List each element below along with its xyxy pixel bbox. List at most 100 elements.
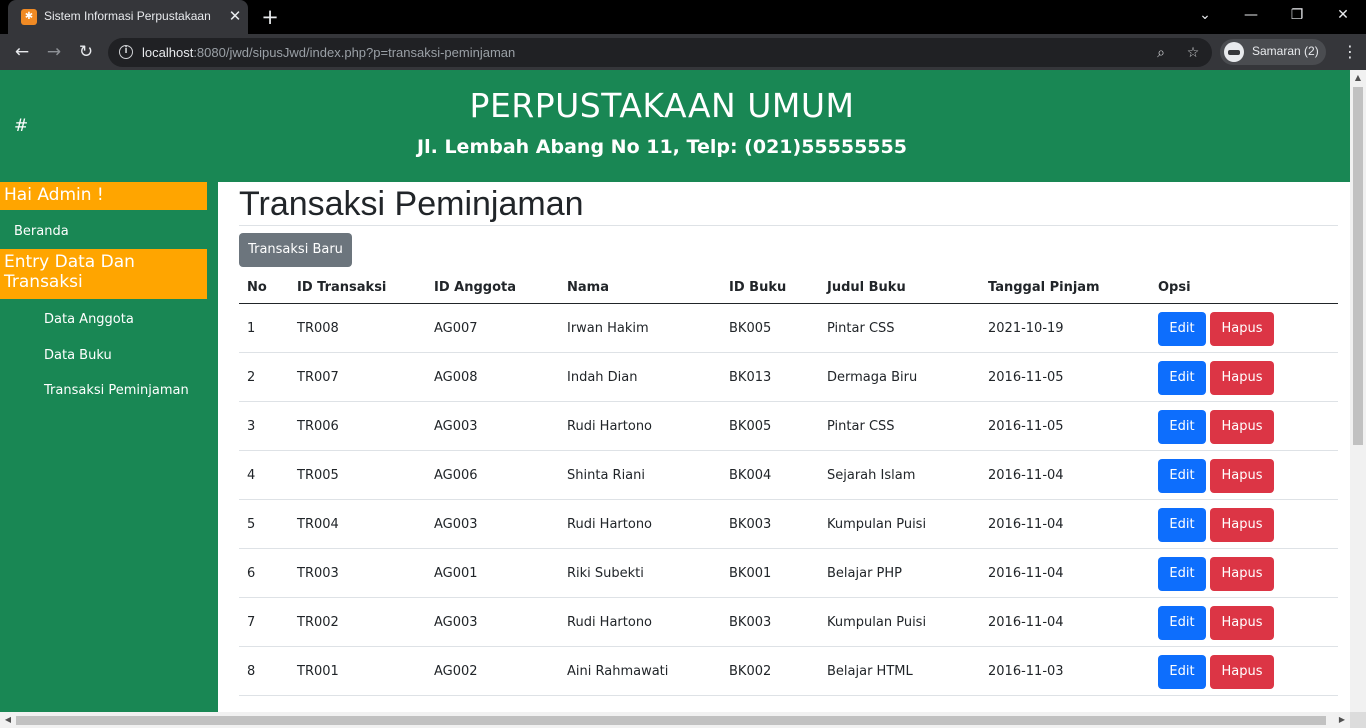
edit-button[interactable]: Edit [1158, 557, 1206, 591]
edit-button[interactable]: Edit [1158, 459, 1206, 493]
scroll-right-icon[interactable]: ▶ [1334, 712, 1350, 728]
address-bar[interactable]: i localhost:8080/jwd/sipusJwd/index.php?… [108, 38, 1212, 67]
sidebar-item-data-anggota[interactable]: Data Anggota [44, 312, 134, 327]
column-header-id-buku: ID Buku [729, 280, 787, 295]
column-header-tanggal-pinjam: Tanggal Pinjam [988, 280, 1100, 295]
cell-id-anggota: AG001 [434, 566, 478, 581]
cell-id-buku: BK003 [729, 517, 772, 532]
browser-menu-icon[interactable]: ⋮ [1340, 39, 1360, 65]
edit-button[interactable]: Edit [1158, 312, 1206, 346]
scroll-up-icon[interactable]: ▲ [1350, 70, 1366, 86]
cell-no: 1 [247, 321, 256, 336]
scrollbar-corner [1350, 712, 1366, 728]
cell-id-buku: BK003 [729, 615, 772, 630]
cell-nama: Rudi Hartono [567, 615, 653, 630]
edit-button[interactable]: Edit [1158, 410, 1206, 444]
cell-judul-buku: Pintar CSS [827, 419, 895, 434]
profile-label: Samaran (2) [1252, 44, 1319, 58]
delete-button[interactable]: Hapus [1210, 410, 1274, 444]
cell-nama: Rudi Hartono [567, 419, 653, 434]
sidebar: Hai Admin ! Beranda Entry Data Dan Trans… [0, 182, 218, 712]
cell-id-anggota: AG006 [434, 468, 478, 483]
browser-tab[interactable]: ✱ Sistem Informasi Perpustakaan ✕ [8, 0, 248, 34]
delete-button[interactable]: Hapus [1210, 459, 1274, 493]
table-row: 7 TR002 AG003 Rudi Hartono BK003 Kumpulan Pui… [239, 598, 1338, 647]
url-host: localhost [142, 45, 194, 60]
cell-id-anggota: AG007 [434, 321, 478, 336]
horizontal-scrollbar[interactable]: ◀ ▶ [0, 712, 1350, 728]
vertical-scrollbar[interactable]: ▲ [1350, 70, 1366, 712]
cell-nama: Aini Rahmawati [567, 664, 669, 679]
edit-button[interactable]: Edit [1158, 655, 1206, 689]
sidebar-greeting: Hai Admin ! [0, 182, 207, 210]
cell-nama: Irwan Hakim [567, 321, 649, 336]
delete-button[interactable]: Hapus [1210, 361, 1274, 395]
bookmark-star-icon[interactable]: ☆ [1183, 43, 1203, 63]
cell-no: 5 [247, 517, 256, 532]
site-info-icon[interactable]: i [119, 45, 133, 59]
cell-id-anggota: AG008 [434, 370, 478, 385]
forward-icon[interactable]: → [41, 39, 67, 65]
cell-id-buku: BK013 [729, 370, 772, 385]
browser-toolbar: ← → ↻ i localhost:8080/jwd/sipusJwd/inde… [0, 34, 1366, 70]
sidebar-item-beranda[interactable]: Beranda [14, 224, 69, 239]
cell-tanggal-pinjam: 2016-11-04 [988, 517, 1064, 532]
column-header-no: No [247, 280, 267, 295]
delete-button[interactable]: Hapus [1210, 557, 1274, 591]
cell-no: 3 [247, 419, 256, 434]
edit-button[interactable]: Edit [1158, 606, 1206, 640]
edit-button[interactable]: Edit [1158, 361, 1206, 395]
table-row: 3 TR006 AG003 Rudi Hartono BK005 Pintar CSS 20… [239, 402, 1338, 451]
close-window-icon[interactable]: ✕ [1320, 0, 1366, 30]
cell-id-transaksi: TR003 [297, 566, 339, 581]
site-title: PERPUSTAKAAN UMUM [469, 86, 855, 125]
scroll-left-icon[interactable]: ◀ [0, 712, 16, 728]
column-header-nama: Nama [567, 280, 609, 295]
sidebar-item-transaksi-peminjaman[interactable]: Transaksi Peminjaman [44, 383, 189, 398]
browser-tab-bar: ✱ Sistem Informasi Perpustakaan ✕ + ⌄ — … [0, 0, 1366, 34]
restore-icon[interactable]: ❐ [1274, 0, 1320, 30]
cell-judul-buku: Kumpulan Puisi [827, 615, 927, 630]
cell-id-buku: BK005 [729, 321, 772, 336]
cell-id-buku: BK005 [729, 419, 772, 434]
reload-icon[interactable]: ↻ [73, 39, 99, 65]
delete-button[interactable]: Hapus [1210, 508, 1274, 542]
vertical-scroll-thumb[interactable] [1353, 87, 1363, 445]
tab-title: Sistem Informasi Perpustakaan [44, 9, 211, 23]
new-transaction-button[interactable]: Transaksi Baru [239, 233, 352, 267]
delete-button[interactable]: Hapus [1210, 312, 1274, 346]
zoom-icon[interactable]: ⌕ [1151, 43, 1171, 63]
column-header-id-anggota: ID Anggota [434, 280, 516, 295]
sidebar-item-data-buku[interactable]: Data Buku [44, 348, 112, 363]
cell-tanggal-pinjam: 2016-11-04 [988, 468, 1064, 483]
cell-id-transaksi: TR001 [297, 664, 339, 679]
page-title: Transaksi Peminjaman [239, 185, 584, 223]
delete-button[interactable]: Hapus [1210, 606, 1274, 640]
edit-button[interactable]: Edit [1158, 508, 1206, 542]
cell-id-buku: BK001 [729, 566, 772, 581]
table-header: No ID Transaksi ID Anggota Nama ID Buku … [239, 277, 1338, 304]
new-tab-icon[interactable]: + [258, 4, 282, 30]
cell-id-transaksi: TR005 [297, 468, 339, 483]
cell-nama: Shinta Riani [567, 468, 645, 483]
table-row: 4 TR005 AG006 Shinta Riani BK004 Sejarah Isla… [239, 451, 1338, 500]
incognito-profile-button[interactable]: Samaran (2) [1220, 39, 1326, 65]
back-icon[interactable]: ← [9, 39, 35, 65]
cell-no: 8 [247, 664, 256, 679]
minimize-icon[interactable]: — [1228, 0, 1274, 30]
column-header-judul-buku: Judul Buku [827, 280, 906, 295]
xampp-icon: ✱ [21, 9, 37, 25]
table-row: 5 TR004 AG003 Rudi Hartono BK003 Kumpulan Pui… [239, 500, 1338, 549]
cell-tanggal-pinjam: 2016-11-05 [988, 370, 1064, 385]
close-tab-icon[interactable]: ✕ [226, 6, 244, 26]
horizontal-scroll-thumb[interactable] [16, 716, 1326, 725]
cell-judul-buku: Belajar HTML [827, 664, 913, 679]
url-text[interactable]: localhost:8080/jwd/sipusJwd/index.php?p=… [142, 45, 515, 60]
cell-id-anggota: AG003 [434, 517, 478, 532]
cell-id-anggota: AG003 [434, 615, 478, 630]
cell-judul-buku: Dermaga Biru [827, 370, 918, 385]
cell-id-transaksi: TR002 [297, 615, 339, 630]
delete-button[interactable]: Hapus [1210, 655, 1274, 689]
tab-search-icon[interactable]: ⌄ [1182, 0, 1228, 30]
cell-nama: Rudi Hartono [567, 517, 653, 532]
